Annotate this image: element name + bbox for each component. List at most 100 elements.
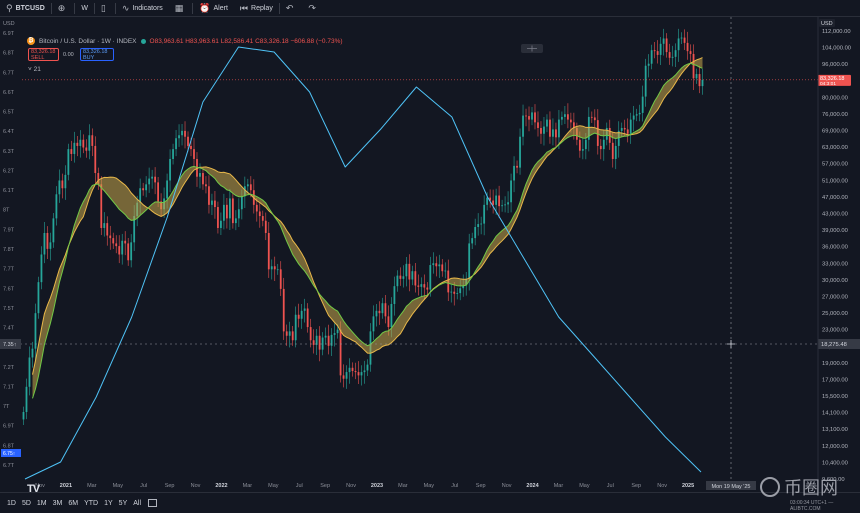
candle-body (154, 176, 157, 183)
price-tick-label: 15,500.00 (822, 394, 848, 400)
undo-button[interactable]: ↶ (280, 0, 303, 17)
candle-body (677, 38, 680, 51)
spread-value: 0.00 (63, 52, 74, 58)
candle-body (552, 129, 554, 137)
sell-label: SELL (31, 54, 45, 61)
candle-body (288, 331, 291, 336)
price-tick-label: 39,000.00 (822, 228, 848, 234)
candle-body (118, 246, 121, 255)
market-status-icon (140, 38, 146, 44)
price-chart[interactable]: 112,000.00104,000.0096,000.0088,000.0080… (0, 17, 860, 492)
bar-countdown-label: 04:3:01 (820, 81, 836, 87)
candle-body (495, 195, 498, 205)
candle-body (318, 335, 321, 350)
candle-body (88, 135, 91, 151)
left-axis-label: 7.9T (3, 227, 15, 233)
chart-area[interactable]: 112,000.00104,000.0096,000.0088,000.0080… (0, 17, 860, 495)
candle-body (303, 308, 306, 311)
range-button-5y[interactable]: 5Y (116, 500, 131, 507)
left-axis-label: 6.8T (3, 51, 15, 57)
candle-body (151, 176, 154, 179)
price-tick-label: 30,000.00 (822, 278, 848, 284)
range-button-1y[interactable]: 1Y (101, 500, 116, 507)
templates-button[interactable]: ▦ (169, 0, 193, 17)
candle-body (214, 200, 216, 208)
candle-body (237, 209, 240, 219)
candle-body (130, 242, 133, 261)
alert-button[interactable]: ⏰ Alert (193, 0, 234, 17)
left-axis-label: 6.2T (3, 168, 15, 174)
candle-body (366, 364, 369, 371)
candle-body (378, 310, 381, 314)
price-tick-label: 69,000.00 (822, 129, 848, 135)
redo-icon: ↷ (308, 2, 316, 13)
replay-button[interactable]: ⏮ Replay (234, 0, 279, 17)
candle-body (172, 149, 174, 159)
candle-body (34, 313, 37, 349)
price-tick-label: 17,000.00 (822, 377, 848, 383)
candle-body (623, 127, 626, 130)
crosshair-time-label: Mon 19 May '25 (712, 484, 751, 490)
candle-body (202, 173, 204, 185)
candle-body (178, 135, 180, 139)
candle-body (638, 112, 641, 115)
candle-body (546, 119, 548, 127)
chart-type-button[interactable]: ▯ (95, 0, 115, 17)
watermark-text: 币圈网 (784, 478, 838, 499)
candle-body (686, 42, 689, 52)
plus-circle-icon: ⊕ (57, 2, 66, 13)
candle-body (103, 223, 106, 228)
candle-body (267, 232, 270, 270)
candle-body (387, 316, 390, 328)
crosshair-price-label: 18,275.48 (821, 342, 847, 348)
range-button-ytd[interactable]: YTD (81, 500, 101, 507)
candle-body (569, 119, 572, 123)
time-tick-label: Mar (398, 483, 408, 489)
candle-body (372, 316, 375, 332)
sell-button[interactable]: 83,326.18 SELL (28, 48, 59, 61)
candle-body (49, 242, 52, 249)
left-axis-label: 6.4T (3, 129, 15, 135)
compare-button[interactable]: ⊕ (52, 0, 75, 17)
candle-body (166, 180, 168, 199)
symbol-search[interactable]: ⚲ BTCUSD (0, 0, 51, 17)
candle-body (327, 335, 330, 346)
candle-body (282, 288, 285, 332)
range-button-1d[interactable]: 1D (4, 500, 19, 507)
candle-body (450, 291, 453, 293)
candle-body (590, 116, 593, 118)
watermark-mark-icon (760, 477, 780, 497)
range-button-1m[interactable]: 1M (34, 500, 50, 507)
alert-label: Alert (213, 4, 228, 12)
range-button-6m[interactable]: 6M (65, 500, 81, 507)
candle-body (211, 200, 213, 205)
candle-body (411, 271, 414, 280)
interval-button[interactable]: W (75, 0, 94, 17)
price-tick-label: 13,100.00 (822, 427, 848, 433)
time-tick-label: Mar (554, 483, 564, 489)
candle-body (567, 114, 569, 120)
candle-body (76, 142, 79, 146)
time-tick-label: 2025 (682, 483, 694, 489)
range-button-5d[interactable]: 5D (19, 500, 34, 507)
candle-body (405, 263, 408, 277)
candle-body (91, 135, 94, 146)
candle-body (444, 270, 447, 272)
candle-body (309, 327, 312, 341)
candle-body (453, 291, 456, 294)
candle-body (659, 43, 662, 55)
calendar-icon[interactable] (148, 499, 158, 507)
candle-body (614, 145, 617, 159)
price-tick-label: 23,000.00 (822, 328, 848, 334)
candle-body (31, 348, 34, 358)
candle-body (321, 337, 324, 350)
indicator-toggle[interactable]: ˅ 21 (28, 66, 41, 73)
indicators-button[interactable]: ∿ Indicators (116, 0, 169, 17)
candle-body (632, 115, 635, 120)
range-button-3m[interactable]: 3M (50, 500, 66, 507)
candle-body (477, 224, 480, 227)
range-button-all[interactable]: All (130, 500, 144, 507)
buy-button[interactable]: 83,326.18 BUY (80, 48, 114, 61)
redo-button[interactable]: ↷ (302, 0, 325, 17)
time-tick-label: May (579, 483, 590, 489)
